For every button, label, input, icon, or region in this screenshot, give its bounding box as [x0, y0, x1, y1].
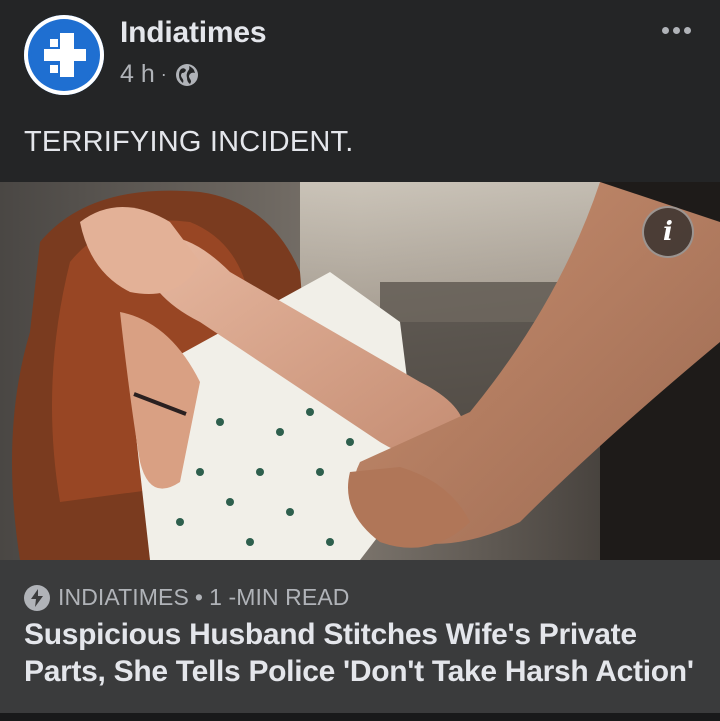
link-source: INDIATIMES	[58, 584, 189, 610]
facebook-post: Indiatimes 4 h · TERRIFYING INCIDENT. i …	[0, 0, 720, 721]
globe-icon	[175, 63, 199, 87]
more-dot	[672, 26, 680, 34]
post-divider	[0, 713, 720, 721]
link-preview[interactable]: INDIATIMES • 1 -MIN READ Suspicious Husb…	[0, 560, 720, 713]
post-header: Indiatimes 4 h ·	[0, 0, 720, 110]
more-dot	[683, 26, 691, 34]
post-meta: 4 h ·	[120, 60, 199, 89]
link-source-line: INDIATIMES • 1 -MIN READ	[24, 584, 349, 611]
article-image[interactable]: i	[0, 182, 720, 560]
page-name[interactable]: Indiatimes	[120, 16, 267, 50]
read-time: 1 -MIN READ	[209, 584, 350, 610]
source-separator: •	[194, 584, 204, 610]
page-avatar[interactable]	[24, 15, 104, 95]
article-photo	[0, 182, 720, 560]
post-caption: TERRIFYING INCIDENT.	[24, 126, 354, 158]
info-button[interactable]: i	[642, 206, 694, 258]
instant-article-bolt-icon	[24, 584, 50, 611]
more-options-button[interactable]	[654, 14, 698, 46]
indiatimes-logo-icon	[44, 33, 86, 77]
post-time[interactable]: 4 h	[120, 60, 155, 89]
more-dot	[661, 26, 669, 34]
link-headline[interactable]: Suspicious Husband Stitches Wife's Priva…	[24, 616, 714, 690]
meta-separator: ·	[160, 64, 167, 84]
